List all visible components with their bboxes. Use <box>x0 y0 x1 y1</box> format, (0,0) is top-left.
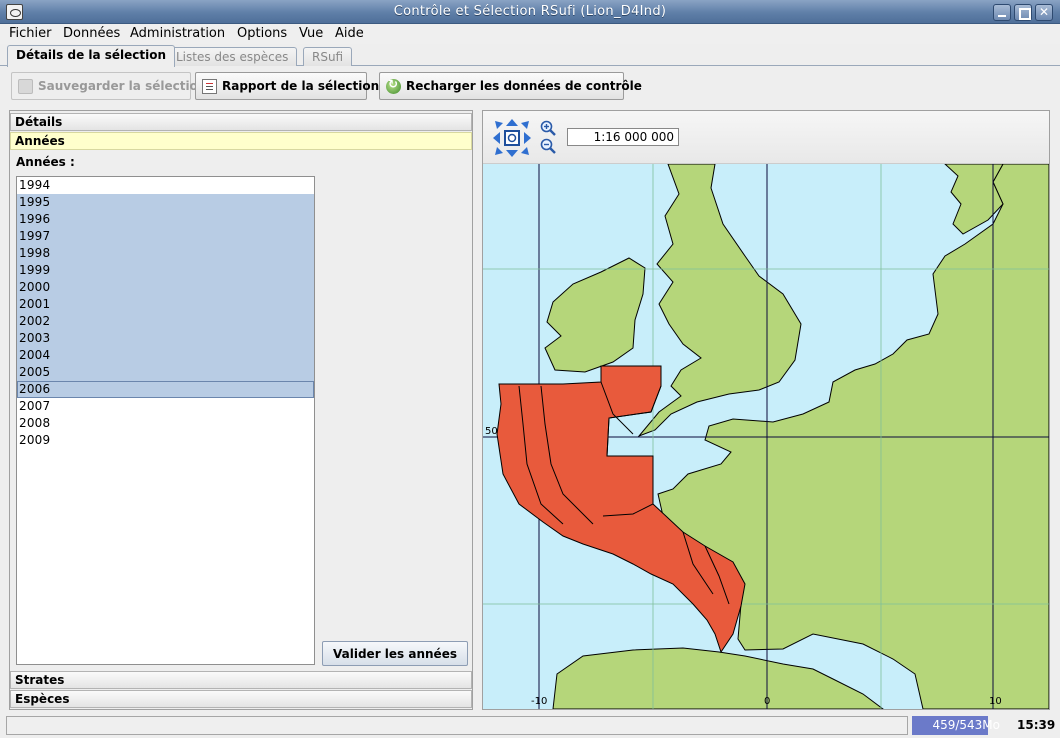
maximize-button[interactable] <box>1014 4 1032 21</box>
lon-minus10-label: -10 <box>531 696 547 707</box>
accordion-especes[interactable]: Espèces <box>10 690 472 708</box>
year-item[interactable]: 1994 <box>17 177 314 194</box>
menu-donnees[interactable]: Données <box>63 26 120 41</box>
reload-control-data-button[interactable]: Recharger les données de contrôle <box>379 72 642 100</box>
menu-fichier[interactable]: Fichier <box>9 26 52 41</box>
year-item[interactable]: 2003 <box>17 330 314 347</box>
save-selection-label: Sauvegarder la sélection <box>38 79 207 93</box>
status-message-field <box>6 716 908 735</box>
year-item[interactable]: 2002 <box>17 313 314 330</box>
map-canvas[interactable]: 50 -10 0 10 <box>483 164 1049 709</box>
map-scale-field[interactable]: 1:16 000 000 <box>567 128 679 146</box>
year-item[interactable]: 1998 <box>17 245 314 262</box>
year-item[interactable]: 1997 <box>17 228 314 245</box>
year-item[interactable]: 2007 <box>17 398 314 415</box>
year-item[interactable]: 2009 <box>17 432 314 449</box>
years-list[interactable]: 1994 1995 1996 1997 1998 1999 2000 2001 2002 2003… <box>16 176 315 665</box>
year-item[interactable]: 2005 <box>17 364 314 381</box>
menu-aide[interactable]: Aide <box>335 26 364 41</box>
year-item[interactable]: 1999 <box>17 262 314 279</box>
year-item[interactable]: 2000 <box>17 279 314 296</box>
year-item[interactable]: 1995 <box>17 194 314 211</box>
zoom-out-icon[interactable] <box>540 138 556 154</box>
lon-0-label: 0 <box>764 696 770 707</box>
window-title: Contrôle et Sélection RSufi (Lion_D4Ind) <box>393 4 667 19</box>
lon-10-label: 10 <box>989 696 1002 707</box>
year-item[interactable]: 2008 <box>17 415 314 432</box>
selection-report-button[interactable]: Rapport de la sélection <box>195 72 379 100</box>
tab-rsufi[interactable]: RSufi <box>303 47 353 66</box>
validate-years-button[interactable]: Valider les années <box>322 641 468 666</box>
reload-control-data-label: Recharger les données de contrôle <box>406 79 642 93</box>
year-item[interactable]: 2006 <box>17 381 314 398</box>
zoom-in-icon[interactable] <box>540 120 556 136</box>
selection-report-label: Rapport de la sélection <box>222 79 380 93</box>
year-item[interactable]: 2001 <box>17 296 314 313</box>
save-icon <box>18 79 33 94</box>
map-toolbar: 1:16 000 000 <box>483 111 1049 164</box>
tab-listes-especes[interactable]: Listes des espèces <box>167 47 298 66</box>
memory-usage-text: 459/543Mo <box>932 718 1000 732</box>
menu-bar: Fichier Données Administration Options V… <box>0 24 1060 44</box>
report-icon <box>202 79 217 94</box>
menu-vue[interactable]: Vue <box>299 26 323 41</box>
year-item[interactable]: 1996 <box>17 211 314 228</box>
title-bar: Contrôle et Sélection RSufi (Lion_D4Ind) <box>0 0 1060 24</box>
clock: 15:39 <box>1017 718 1056 732</box>
minimize-button[interactable] <box>993 4 1011 21</box>
tab-details-selection[interactable]: Détails de la sélection <box>7 45 176 67</box>
close-button[interactable] <box>1035 4 1053 21</box>
pan-icon[interactable] <box>492 118 532 158</box>
lat-50-label: 50 <box>485 426 498 437</box>
save-selection-button[interactable]: Sauvegarder la sélection <box>11 72 206 100</box>
selection-panel: Détails Années Années : 1994 1995 1996 1997… <box>9 110 473 710</box>
menu-administration[interactable]: Administration <box>130 26 225 41</box>
accordion-annees[interactable]: Années <box>10 132 472 150</box>
reload-icon <box>386 77 401 94</box>
memory-indicator[interactable]: 459/543Mo <box>912 716 1002 735</box>
status-bar: 459/543Mo 15:39 <box>0 714 1060 738</box>
map-panel: 1:16 000 000 50 -10 0 10 <box>482 110 1050 710</box>
tab-bar: Détails de la sélection Listes des espèc… <box>0 44 1060 67</box>
accordion-details[interactable]: Détails <box>10 113 472 131</box>
menu-options[interactable]: Options <box>237 26 287 41</box>
toolbar: Sauvegarder la sélection Rapport de la s… <box>0 66 1060 106</box>
annees-label: Années : <box>16 155 75 169</box>
accordion-strates[interactable]: Strates <box>10 671 472 689</box>
year-item[interactable]: 2004 <box>17 347 314 364</box>
